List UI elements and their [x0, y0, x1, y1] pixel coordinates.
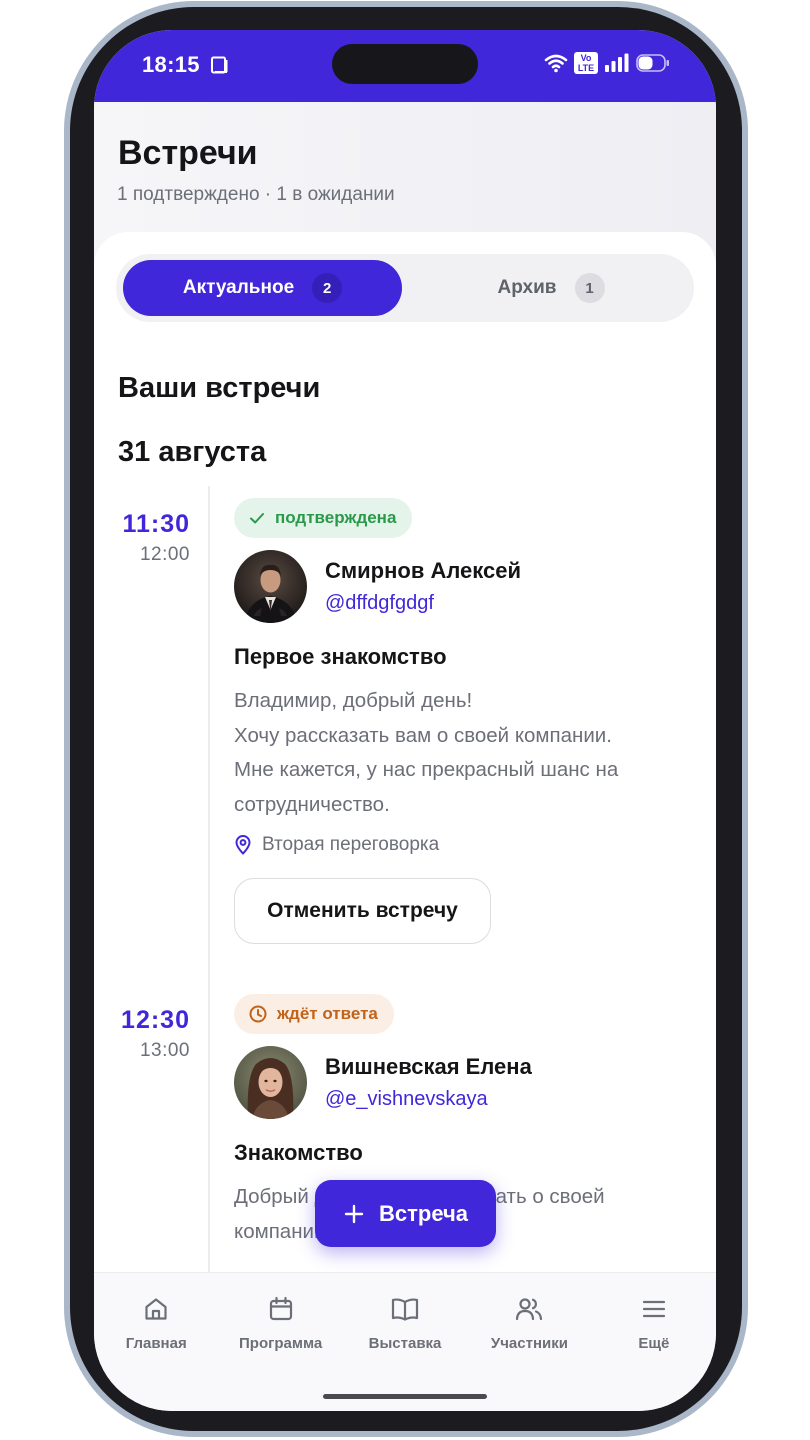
home-indicator[interactable] — [323, 1394, 487, 1399]
meeting-description: Владимир, добрый день! Хочу рассказать в… — [234, 684, 674, 822]
plus-icon — [344, 1204, 364, 1223]
wifi-icon — [544, 54, 568, 73]
location-pin-icon — [235, 835, 251, 855]
date-group-title: 31 августа — [118, 436, 267, 468]
description-line: Мне кажется, у нас прекрасный шанс на — [234, 758, 619, 781]
nav-label: Выставка — [368, 1335, 442, 1352]
person-name: Смирнов Алексей — [325, 558, 522, 583]
volte-top-text: Vo — [580, 53, 592, 63]
dynamic-island — [332, 44, 478, 84]
tab-archive-count: 1 — [574, 273, 605, 303]
page-subtitle: 1 подтверждено · 1 в ожидании — [117, 184, 395, 205]
meeting-time-start: 11:30 — [122, 510, 190, 538]
tabs-segmented-control: Актуальное 2 Архив 1 — [116, 254, 694, 322]
tab-archive[interactable]: Архив 1 — [416, 260, 686, 316]
home-icon — [145, 1298, 167, 1320]
status-bar: 18:15 Vo LTE — [94, 30, 716, 102]
person-handle[interactable]: @e_vishnevskaya — [325, 1088, 488, 1111]
status-badge-confirmed: подтверждена — [234, 498, 413, 538]
tab-current[interactable]: Актуальное 2 — [123, 260, 402, 316]
person-name: Вишневская Елена — [325, 1054, 532, 1079]
new-meeting-button[interactable]: Встреча — [315, 1180, 496, 1247]
book-icon — [391, 1298, 419, 1321]
status-badge-label: ждёт ответа — [277, 1004, 378, 1023]
meeting-time-end: 12:00 — [139, 544, 190, 565]
description-line: Хочу рассказать вам о своей компании. — [234, 723, 612, 747]
meeting-time-end: 13:00 — [139, 1040, 190, 1061]
status-time: 18:15 — [142, 52, 200, 77]
tab-archive-label: Архив — [497, 277, 557, 298]
avatar-woman-image — [234, 1046, 307, 1119]
location-label: Вторая переговорка — [262, 834, 440, 855]
signal-icon — [605, 53, 629, 72]
nav-item-home[interactable]: Главная — [94, 1273, 218, 1376]
status-badge-label: подтверждена — [275, 508, 397, 527]
nav-label: Программа — [239, 1335, 323, 1352]
timeline-line — [208, 486, 210, 1272]
screenshot-notification-icon — [211, 56, 228, 74]
meeting-time-start: 12:30 — [121, 1006, 190, 1034]
volte-bottom-text: LTE — [577, 63, 595, 73]
nav-label: Главная — [125, 1335, 187, 1352]
meetings-content: Актуальное 2 Архив 1 Ваши встречи 31 авг… — [94, 232, 716, 1272]
bottom-navigation: Главная Программа Выставка Участники Ещё — [94, 1272, 716, 1376]
battery-icon — [636, 54, 669, 72]
meeting-location: Вторая переговорка — [234, 834, 439, 856]
avatar[interactable] — [234, 1046, 307, 1119]
status-badge-pending: ждёт ответа — [234, 994, 394, 1034]
meeting-title: Знакомство — [234, 1140, 363, 1165]
users-icon — [516, 1298, 543, 1321]
cancel-meeting-button[interactable]: Отменить встречу — [234, 878, 491, 944]
nav-item-participants[interactable]: Участники — [467, 1273, 591, 1376]
person-handle[interactable]: @dffdgfgdgf — [325, 592, 434, 615]
avatar-man-image — [234, 550, 307, 623]
avatar[interactable] — [234, 550, 307, 623]
new-meeting-label: Встреча — [378, 1200, 469, 1226]
nav-item-exhibition[interactable]: Выставка — [343, 1273, 467, 1376]
check-icon — [250, 513, 264, 524]
description-line: сотрудничество. — [234, 792, 390, 816]
section-title: Ваши встречи — [118, 372, 321, 404]
tab-current-label: Актуальное — [182, 277, 295, 298]
volte-icon: Vo LTE — [574, 52, 598, 74]
tab-current-count: 2 — [312, 273, 343, 303]
screen: 18:15 Vo LTE Встречи 1 подтверждено · 1 … — [94, 30, 716, 1411]
status-icons: Vo LTE — [544, 52, 670, 74]
nav-item-more[interactable]: Ещё — [592, 1273, 716, 1376]
page-title: Встречи — [118, 134, 258, 172]
calendar-icon — [269, 1296, 292, 1321]
menu-icon — [642, 1300, 665, 1318]
meeting-title: Первое знакомство — [234, 644, 447, 669]
clock-icon — [249, 1005, 267, 1023]
nav-label: Ещё — [638, 1335, 670, 1352]
description-line: Владимир, добрый день! — [234, 689, 473, 712]
nav-label: Участники — [490, 1335, 568, 1352]
nav-item-program[interactable]: Программа — [218, 1273, 342, 1376]
